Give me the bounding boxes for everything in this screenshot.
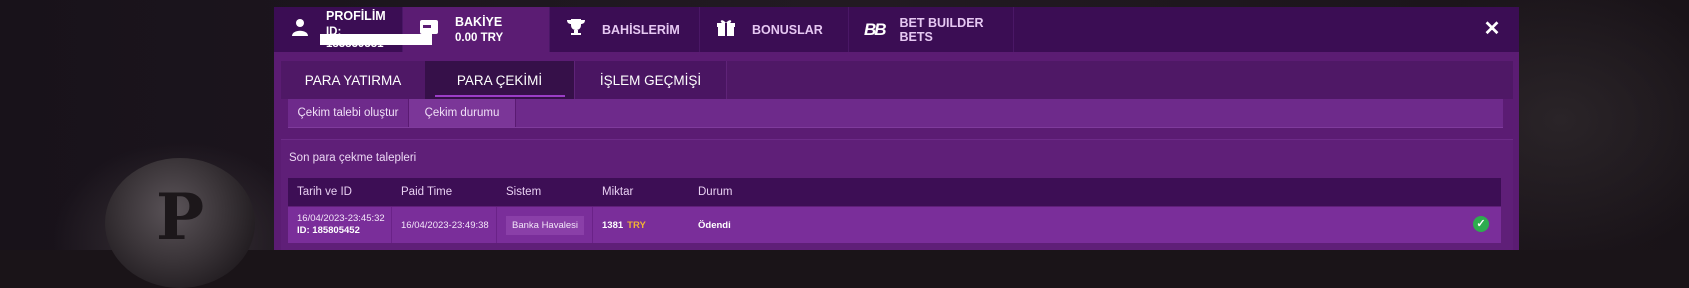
bonuses-label: BONUSLAR <box>752 22 823 37</box>
request-date: 16/04/2023-23:45:32 <box>297 213 385 224</box>
status-value: Ödendi <box>698 219 731 231</box>
cell-date-id: 16/04/2023-23:45:32 ID: 185805452 <box>288 207 392 243</box>
amount-value: 1381 <box>602 219 624 231</box>
bb-logo-icon: BB <box>863 19 887 39</box>
cell-system: Banka Havalesi <box>497 207 593 243</box>
tab-bonuses[interactable]: BONUSLAR <box>700 7 849 52</box>
withdrawal-label: PARA ÇEKİMİ <box>456 72 543 88</box>
user-icon <box>288 18 312 42</box>
section-title: Son para çekme talepleri <box>289 152 417 164</box>
header-date-id: Tarih ve ID <box>297 186 352 198</box>
balance-title: BAKİYE <box>455 15 503 29</box>
header-paid-time: Paid Time <box>401 186 453 198</box>
tab-deposit[interactable]: PARA YATIRMA <box>281 61 425 99</box>
request-id: ID: 185805452 <box>297 225 360 236</box>
top-tab-bar: PROFİLİM ID: 183839551 BAKİYE 0.00 TRY B… <box>274 7 1519 52</box>
withdrawal-status-panel: Son para çekme talepleri Tarih ve ID Pai… <box>281 139 1513 250</box>
tab-withdrawal-status[interactable]: Çekim durumu <box>409 99 516 127</box>
amount-currency: TRY <box>627 219 646 231</box>
tab-my-bets[interactable]: BAHİSLERİM <box>550 7 700 52</box>
cell-paid-time: 16/04/2023-23:49:38 <box>392 207 497 243</box>
bet-builder-bets-label: BET BUILDER BETS <box>899 15 984 44</box>
header-status: Durum <box>698 186 733 198</box>
tab-bet-builder-bets[interactable]: BB BET BUILDER BETS <box>849 7 1014 52</box>
gift-icon <box>714 18 738 42</box>
close-icon[interactable]: ✕ <box>1483 19 1501 39</box>
tab-bar-filler <box>1014 7 1519 52</box>
tab-balance[interactable]: BAKİYE 0.00 TRY <box>403 7 550 52</box>
paid-time-value: 16/04/2023-23:49:38 <box>401 219 489 231</box>
redaction-mark <box>320 34 432 45</box>
deposit-label: PARA YATIRMA <box>304 72 402 88</box>
header-system: Sistem <box>506 186 542 198</box>
tab-profile[interactable]: PROFİLİM ID: 183839551 <box>274 7 403 52</box>
sub-tab-bar: PARA YATIRMA PARA ÇEKİMİ İŞLEM GEÇMİŞİ <box>281 61 1513 99</box>
tab-transaction-history[interactable]: İŞLEM GEÇMİŞİ <box>574 61 727 99</box>
check-circle-icon: ✓ <box>1473 216 1489 232</box>
header-amount: Miktar <box>602 186 634 198</box>
table-header: Tarih ve ID Paid Time Sistem Miktar Duru… <box>288 178 1501 206</box>
my-bets-label: BAHİSLERİM <box>602 22 680 37</box>
tab-create-withdrawal[interactable]: Çekim talebi oluştur <box>288 99 409 127</box>
tab-withdrawal[interactable]: PARA ÇEKİMİ <box>425 61 574 99</box>
active-tab-underline <box>435 95 565 97</box>
profile-title: PROFİLİM <box>325 9 386 23</box>
system-badge: Banka Havalesi <box>506 215 585 235</box>
table-row[interactable]: 16/04/2023-23:45:32 ID: 185805452 16/04/… <box>288 207 1501 243</box>
background-ball-logo: P <box>105 158 255 288</box>
withdrawal-status-label: Çekim durumu <box>424 107 500 119</box>
inner-tab-wrapper: Çekim talebi oluştur Çekim durumu <box>281 99 1513 135</box>
cell-amount: 1381 TRY <box>593 207 689 243</box>
inner-tab-bar: Çekim talebi oluştur Çekim durumu <box>288 99 1503 128</box>
account-modal: PROFİLİM ID: 183839551 BAKİYE 0.00 TRY B… <box>274 7 1519 250</box>
cell-status: Ödendi <box>689 207 889 243</box>
trophy-icon <box>564 18 588 42</box>
transaction-history-label: İŞLEM GEÇMİŞİ <box>599 72 702 88</box>
create-withdrawal-label: Çekim talebi oluştur <box>297 107 399 119</box>
balance-value: 0.00 TRY <box>455 32 504 44</box>
